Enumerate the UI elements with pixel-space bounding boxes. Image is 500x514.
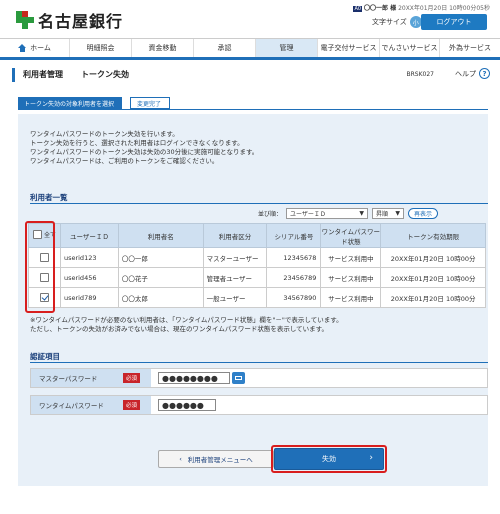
nav-item-e-delivery[interactable]: 電子交付サービス	[318, 39, 380, 57]
table-row: userid123 〇〇一郎 マスターユーザー 12345678 サービス利用中…	[28, 247, 486, 268]
nav-item-label: ホーム	[30, 44, 51, 52]
checkbox-column-highlight	[25, 221, 55, 313]
last-login: 20XX年01月20日 10時00分05秒	[398, 5, 490, 12]
user-table: 全て ユーザーＩＤ 利用者名 利用者区分 シリアル番号 ワンタイムパスワード状態…	[28, 223, 486, 308]
serial-cell: 12345678	[266, 247, 322, 268]
sort-select[interactable]: ユーザーＩＤ ▼	[286, 208, 369, 219]
user-category-cell: 一般ユーザー	[202, 287, 268, 308]
order-value: 昇順	[376, 211, 389, 218]
nav-item-management[interactable]: 管理	[256, 39, 318, 57]
nav-item-forex[interactable]: 外為サービス	[440, 39, 500, 57]
help-label: ヘルプ	[455, 69, 476, 78]
page-subtitle: トークン失効	[81, 70, 129, 79]
chevron-right-icon: ›	[369, 453, 373, 463]
redisplay-button[interactable]: 再表示	[408, 208, 439, 219]
section-divider	[30, 362, 488, 363]
font-size-label: 文字サイズ	[372, 18, 407, 26]
user-category-cell: 管理者ユーザー	[202, 267, 268, 288]
otp-row: ワンタイムパスワード 必須 ●●●●●●	[30, 395, 488, 415]
serial-cell: 23456789	[266, 267, 322, 288]
home-icon	[18, 44, 27, 52]
table-row: userid789 〇〇太郎 一般ユーザー 34567890 サービス利用中 2…	[28, 287, 486, 308]
help-button[interactable]: ヘルプ ?	[455, 68, 490, 79]
column-header: 利用者名	[117, 223, 204, 248]
user-icon: A0	[353, 6, 363, 12]
note-line: ただし、トークンの失効がお済みでない場合は、現在のワンタイムパスワード状態を表示…	[30, 325, 329, 333]
page-title: 利用者管理 トークン失効	[23, 69, 129, 80]
chevron-left-icon: ‹	[179, 455, 182, 463]
user-name: 〇〇一郎 様	[364, 5, 397, 12]
otp-status-cell: サービス利用中	[320, 247, 382, 268]
revoke-button[interactable]: 失効 ›	[274, 448, 384, 470]
column-header: トークン有効期限	[380, 223, 486, 248]
user-id-cell: userid456	[59, 267, 119, 288]
sort-value: ユーザーＩＤ	[290, 211, 326, 218]
note-line: ※ワンタイムパスワードが必要のない利用者は、「ワンタイムパスワード状態」欄を"－…	[30, 316, 343, 324]
token-expiry-cell: 20XX年01月20日 10時00分	[380, 287, 486, 308]
sort-bar: 並び順： ユーザーＩＤ ▼ 昇順 ▼ 再表示	[258, 208, 439, 219]
table-note: ※ワンタイムパスワードが必要のない利用者は、「ワンタイムパスワード状態」欄を"－…	[30, 316, 343, 334]
nav-item-statements[interactable]: 明細照会	[70, 39, 132, 57]
otp-status-cell: サービス利用中	[320, 267, 382, 288]
description-line: ワンタイムパスワードのトークン失効は失効の30分後に実施可能となります。	[30, 148, 259, 156]
user-id-cell: userid123	[59, 247, 119, 268]
token-expiry-cell: 20XX年01月20日 10時00分	[380, 247, 486, 268]
user-info: A0 〇〇一郎 様 20XX年01月20日 10時00分05秒	[353, 3, 490, 12]
step-select-user: トークン失効の対象利用者を選択	[18, 97, 123, 109]
user-name-cell: 〇〇花子	[117, 267, 204, 288]
serial-cell: 34567890	[266, 287, 322, 308]
back-button-label: 利用者管理メニューへ	[187, 456, 253, 464]
column-header: ユーザーＩＤ	[59, 223, 119, 248]
table-header-row: 全て ユーザーＩＤ 利用者名 利用者区分 シリアル番号 ワンタイムパスワード状態…	[28, 223, 486, 248]
user-name-cell: 〇〇一郎	[117, 247, 204, 268]
user-id-cell: userid789	[59, 287, 119, 308]
bank-name: 名古屋銀行	[38, 12, 124, 31]
auth-section-title: 認証項目	[30, 352, 60, 361]
software-keyboard-icon[interactable]	[232, 372, 245, 384]
column-header: 利用者区分	[202, 223, 268, 248]
user-name-cell: 〇〇太郎	[117, 287, 204, 308]
back-to-menu-button[interactable]: ‹ 利用者管理メニューへ	[158, 450, 274, 468]
master-password-row: マスターパスワード 必須 ●●●●●●●●	[30, 368, 488, 388]
logout-button[interactable]: ログアウト	[421, 14, 487, 30]
otp-status-cell: サービス利用中	[320, 287, 382, 308]
global-nav: ホーム 明細照会 資金移動 承認 管理 電子交付サービス でんさいサービス 外為…	[0, 38, 500, 60]
token-expiry-cell: 20XX年01月20日 10時00分	[380, 267, 486, 288]
otp-input[interactable]: ●●●●●●	[158, 399, 216, 411]
user-list-title: 利用者一覧	[30, 193, 68, 202]
nav-item-transfer[interactable]: 資金移動	[132, 39, 194, 57]
description-line: トークン失効を行うと、選択された利用者はログインできなくなります。	[30, 139, 244, 147]
header: 名古屋銀行 A0 〇〇一郎 様 20XX年01月20日 10時00分05秒 文字サ…	[0, 0, 500, 36]
step-indicator: トークン失効の対象利用者を選択 変更完了	[18, 97, 488, 110]
nav-item-home[interactable]: ホーム	[0, 39, 70, 57]
bank-logo[interactable]: 名古屋銀行	[16, 8, 123, 32]
description-line: ワンタイムパスワードのトークン失効を行います。	[30, 130, 179, 138]
chevron-down-icon: ▼	[359, 210, 365, 217]
help-icon: ?	[479, 68, 490, 79]
font-size-small-button[interactable]: 小	[409, 16, 422, 28]
sort-label: 並び順：	[258, 211, 283, 218]
page-title-main: 利用者管理	[23, 70, 63, 79]
chevron-down-icon: ▼	[395, 210, 401, 217]
order-select[interactable]: 昇順 ▼	[372, 208, 405, 219]
required-badge: 必須	[123, 373, 141, 383]
section-divider	[30, 203, 488, 204]
master-password-input[interactable]: ●●●●●●●●	[158, 372, 230, 384]
nav-item-approval[interactable]: 承認	[194, 39, 256, 57]
bank-logo-icon	[16, 11, 34, 29]
description-line: ワンタイムパスワードは、ご利用のトークンをご確認ください。	[30, 157, 219, 165]
user-category-cell: マスターユーザー	[202, 247, 268, 268]
screen-id: BRSK027	[406, 71, 434, 78]
required-badge: 必須	[123, 400, 141, 410]
column-header: シリアル番号	[266, 223, 322, 248]
revoke-button-label: 失効	[322, 455, 336, 463]
column-header: ワンタイムパスワード状態	[320, 223, 382, 248]
table-row: userid456 〇〇花子 管理者ユーザー 23456789 サービス利用中 …	[28, 267, 486, 288]
description: ワンタイムパスワードのトークン失効を行います。 トークン失効を行うと、選択された…	[30, 130, 258, 166]
main-panel: ワンタイムパスワードのトークン失効を行います。 トークン失効を行うと、選択された…	[18, 114, 488, 486]
step-complete: 変更完了	[130, 97, 171, 109]
nav-item-densai[interactable]: でんさいサービス	[380, 39, 440, 57]
page-title-bar: 利用者管理 トークン失効 BRSK027 ヘルプ ?	[12, 68, 490, 82]
